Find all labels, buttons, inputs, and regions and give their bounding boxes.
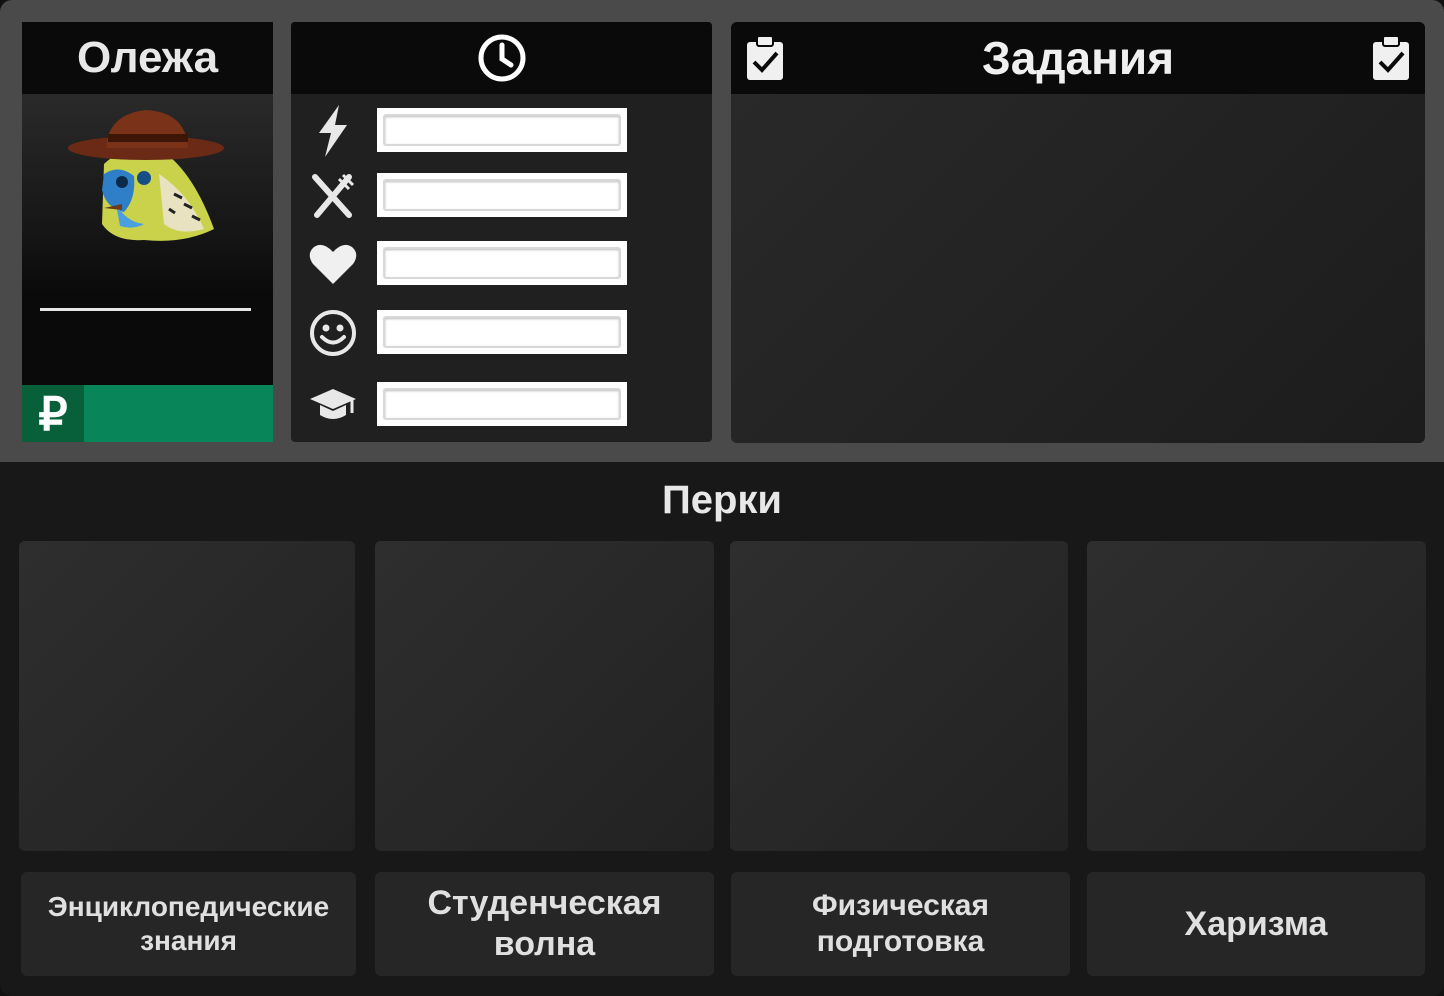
perk-card-charisma[interactable]: [1087, 541, 1426, 851]
health-bar: [377, 241, 627, 285]
tasks-panel: Задания: [731, 22, 1425, 443]
energy-icon: [305, 105, 361, 157]
education-bar: [377, 382, 627, 426]
food-bar: [377, 173, 627, 217]
character-panel: Олежа ₽: [22, 22, 273, 442]
energy-bar: [377, 108, 627, 152]
top-area: Олежа ₽ Задания: [0, 0, 1444, 462]
stat-row-mood: [291, 309, 712, 357]
avatar[interactable]: [64, 104, 234, 254]
stat-row-education: [291, 381, 712, 429]
character-header: Олежа: [22, 22, 273, 94]
avatar-area: [22, 94, 273, 294]
stat-row-energy: [291, 105, 712, 157]
ruble-icon: ₽: [22, 385, 84, 442]
money-value: [92, 385, 265, 442]
stat-row-health: [291, 240, 712, 288]
perk-card-encyclopedic[interactable]: [19, 541, 355, 851]
stats-header: [291, 22, 712, 94]
clipboard-check-icon[interactable]: [745, 36, 785, 82]
stats-panel: [291, 22, 712, 442]
tasks-title: Задания: [981, 32, 1175, 84]
tasks-list: [731, 94, 1425, 443]
perk-card-physical[interactable]: [730, 541, 1068, 851]
education-icon: [305, 381, 361, 429]
clipboard-check-icon[interactable]: [1371, 36, 1411, 82]
perk-label-physical[interactable]: Физическая подготовка: [731, 872, 1070, 976]
perk-card-student[interactable]: [375, 541, 714, 851]
money-bar: ₽: [22, 385, 273, 442]
mood-icon: [305, 309, 361, 357]
perks-title: Перки: [661, 478, 783, 522]
name-divider: [40, 308, 251, 311]
perk-label-encyclopedic[interactable]: Энциклопедические знания: [21, 872, 356, 976]
game-window: Олежа ₽ Задания Перки Энциклопедические …: [0, 0, 1444, 996]
mood-bar: [377, 310, 627, 354]
health-icon: [305, 240, 361, 288]
stat-row-food: [291, 172, 712, 220]
tasks-header: Задания: [731, 22, 1425, 94]
character-name: Олежа: [76, 33, 219, 82]
food-icon: [305, 172, 361, 220]
clock-icon[interactable]: [476, 32, 528, 84]
perk-label-charisma[interactable]: Харизма: [1087, 872, 1425, 976]
perk-label-student[interactable]: Студенческая волна: [375, 872, 714, 976]
